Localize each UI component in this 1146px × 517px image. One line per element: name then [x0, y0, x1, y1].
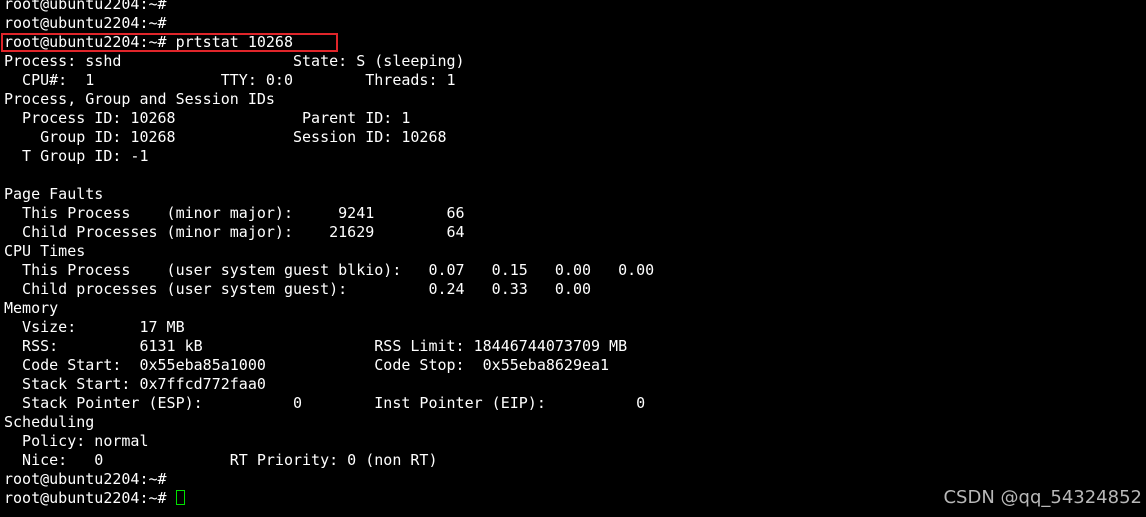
terminal-line: Process, Group and Session IDs — [4, 90, 275, 108]
terminal-line: CPU#: 1 TTY: 0:0 Threads: 1 — [4, 71, 456, 89]
terminal-line: Process: sshd State: S (sleeping) — [4, 52, 465, 70]
prompt-text: root@ubuntu2204:~# — [4, 489, 176, 507]
terminal-line: root@ubuntu2204:~# — [4, 14, 167, 32]
terminal-line: Group ID: 10268 Session ID: 10268 — [4, 128, 447, 146]
terminal-line: Stack Pointer (ESP): 0 Inst Pointer (EIP… — [4, 394, 646, 412]
csdn-watermark: CSDN @qq_54324852 — [943, 487, 1142, 508]
terminal-line: Memory — [4, 299, 59, 317]
terminal-line: Child processes (user system guest): 0.2… — [4, 280, 591, 298]
terminal-line: Nice: 0 RT Priority: 0 (non RT) — [4, 451, 438, 469]
terminal-line: Scheduling — [4, 413, 95, 431]
terminal-line: CPU Times — [4, 242, 86, 260]
terminal-output: root@ubuntu2204:~# root@ubuntu2204:~# ro… — [4, 0, 654, 508]
terminal-line: This Process (minor major): 9241 66 — [4, 204, 465, 222]
terminal-line: This Process (user system guest blkio): … — [4, 261, 655, 279]
terminal-line: T Group ID: -1 — [4, 147, 149, 165]
terminal-line: Policy: normal — [4, 432, 149, 450]
terminal-line: RSS: 6131 kB RSS Limit: 18446744073709 M… — [4, 337, 628, 355]
terminal-line: Vsize: 17 MB — [4, 318, 185, 336]
terminal-line: root@ubuntu2204:~# — [4, 470, 167, 488]
text-cursor-icon — [175, 490, 185, 505]
terminal-line: Page Faults — [4, 185, 104, 203]
terminal-line: Process ID: 10268 Parent ID: 1 — [4, 109, 411, 127]
terminal-window[interactable]: root@ubuntu2204:~# root@ubuntu2204:~# ro… — [0, 0, 1146, 517]
terminal-line: Child Processes (minor major): 21629 64 — [4, 223, 465, 241]
command-line-prtstat: root@ubuntu2204:~# prtstat 10268 — [4, 33, 293, 51]
terminal-line: Code Start: 0x55eba85a1000 Code Stop: 0x… — [4, 356, 610, 374]
terminal-line: Stack Start: 0x7ffcd772faa0 — [4, 375, 266, 393]
active-prompt-line[interactable]: root@ubuntu2204:~# — [4, 489, 654, 508]
terminal-line: root@ubuntu2204:~# — [4, 0, 167, 13]
